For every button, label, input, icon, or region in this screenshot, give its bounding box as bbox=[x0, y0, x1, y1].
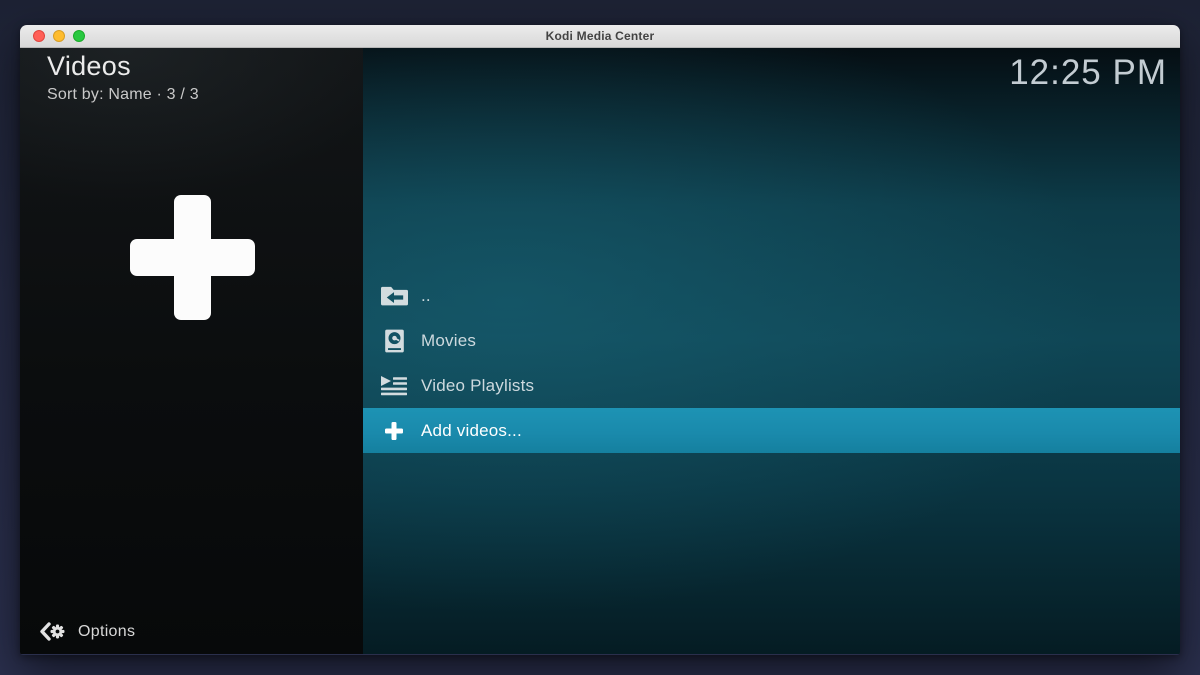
list-item-add-videos[interactable]: Add videos... bbox=[363, 408, 1180, 453]
window-content: Videos Sort by: Name · 3 / 3 bbox=[20, 48, 1180, 654]
window-title: Kodi Media Center bbox=[546, 29, 655, 43]
main-panel: 12:25 PM .. bbox=[363, 48, 1180, 654]
list-item-label: Video Playlists bbox=[421, 376, 534, 396]
list-item-parent-dir[interactable]: .. bbox=[363, 273, 1180, 318]
page-title: Videos bbox=[47, 51, 131, 82]
sort-status: Sort by: Name · 3 / 3 bbox=[47, 86, 199, 104]
zoom-button-icon[interactable] bbox=[73, 30, 85, 42]
plus-thumbnail-icon bbox=[130, 195, 255, 320]
minimize-button-icon[interactable] bbox=[53, 30, 65, 42]
traffic-lights bbox=[33, 25, 85, 47]
options-label: Options bbox=[78, 623, 135, 641]
list-item-video-playlists[interactable]: Video Playlists bbox=[363, 363, 1180, 408]
list-item-movies[interactable]: Movies bbox=[363, 318, 1180, 363]
options-gear-icon bbox=[40, 622, 65, 641]
kodi-window: Kodi Media Center Videos Sort by: Name ·… bbox=[20, 25, 1180, 655]
add-plus-icon bbox=[380, 418, 408, 444]
options-button[interactable]: Options bbox=[34, 618, 141, 645]
list-item-label: Add videos... bbox=[421, 421, 522, 441]
file-list: .. Movies bbox=[363, 273, 1180, 453]
list-item-label: Movies bbox=[421, 331, 476, 351]
titlebar[interactable]: Kodi Media Center bbox=[20, 25, 1180, 48]
close-button-icon[interactable] bbox=[33, 30, 45, 42]
list-item-label: .. bbox=[421, 286, 431, 306]
clock: 12:25 PM bbox=[1009, 53, 1167, 93]
folder-back-icon bbox=[380, 283, 408, 309]
hard-disk-icon bbox=[380, 328, 408, 354]
sidebar: Videos Sort by: Name · 3 / 3 bbox=[20, 48, 363, 654]
playlist-icon bbox=[380, 373, 408, 399]
